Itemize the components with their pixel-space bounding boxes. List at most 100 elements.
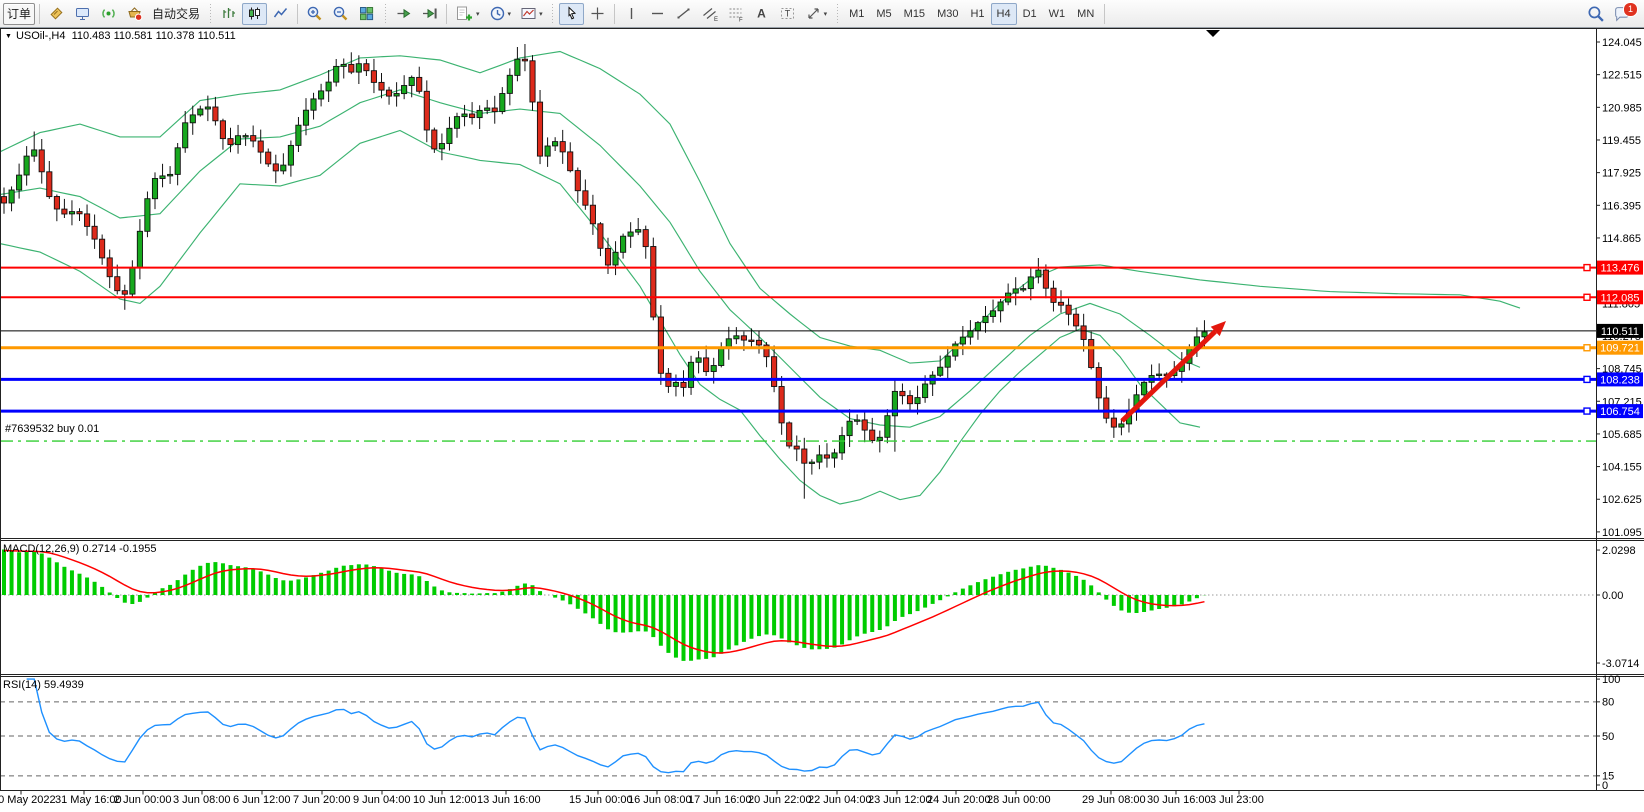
macd-axis-label: 0.00 — [1602, 590, 1623, 602]
time-axis-label: 17 Jun 16:00 — [688, 794, 752, 806]
toolbar-right-group: 1 — [1583, 3, 1641, 25]
price-badge-label: 113.476 — [1601, 263, 1640, 275]
time-axis-label: 31 May 16:00 — [55, 794, 122, 806]
level-handle[interactable] — [1584, 345, 1590, 351]
toolbar-grip — [835, 4, 839, 24]
trading-terminal: { "toolbar": { "order_label": "订单", "aut… — [0, 0, 1644, 812]
shift-marker-icon[interactable] — [1206, 30, 1220, 37]
toolbar-grip — [208, 4, 212, 24]
time-axis-label: 3 Jun 08:00 — [173, 794, 231, 806]
vertical-line-icon[interactable] — [619, 3, 644, 25]
time-axis-label: 9 Jun 04:00 — [353, 794, 411, 806]
time-axis-label: 7 Jun 20:00 — [293, 794, 351, 806]
toolbar-grip — [551, 4, 555, 24]
trend-arrow[interactable] — [1122, 331, 1215, 421]
new-order-button[interactable]: 订单 — [3, 3, 35, 25]
chart-canvas[interactable]: 124.045122.515120.985119.455117.925116.3… — [0, 0, 1644, 812]
signal-icon[interactable] — [96, 3, 121, 25]
chart-dropdown-icon[interactable]: ▼ — [5, 33, 12, 40]
price-badge-label: 110.511 — [1601, 326, 1639, 338]
time-axis-label: 29 Jun 08:00 — [1082, 794, 1146, 806]
search-icon[interactable] — [1583, 3, 1609, 25]
ohlc-values: 110.483 110.581 110.378 110.511 — [72, 30, 236, 42]
macd-indicator — [0, 550, 1596, 661]
time-axis-label: 10 Jun 12:00 — [413, 794, 477, 806]
horizontal-line-icon[interactable] — [645, 3, 670, 25]
time-axis-label: 30 Jun 16:00 — [1147, 794, 1211, 806]
timeframe-button-m5[interactable]: M5 — [870, 3, 897, 25]
cursor-icon[interactable] — [559, 3, 584, 25]
time-axis-label: 23 Jun 12:00 — [868, 794, 932, 806]
timeframe-button-mn[interactable]: MN — [1071, 3, 1100, 25]
market-basket-icon[interactable] — [122, 3, 147, 25]
timeframe-button-m30[interactable]: M30 — [931, 3, 964, 25]
timeframe-button-m1[interactable]: M1 — [843, 3, 870, 25]
price-tick-label: 114.865 — [1602, 233, 1641, 245]
timeframe-button-m15[interactable]: M15 — [898, 3, 931, 25]
price-tick-label: 116.395 — [1602, 200, 1641, 212]
price-badge-label: 108.238 — [1600, 374, 1640, 386]
price-tick-label: 124.045 — [1602, 37, 1642, 49]
svg-text:F: F — [739, 17, 743, 22]
indicators-icon[interactable]: ▾ — [451, 3, 484, 25]
level-handle[interactable] — [1584, 265, 1590, 271]
price-tick-label: 119.455 — [1602, 135, 1641, 147]
chat-icon[interactable]: 1 — [1609, 3, 1635, 25]
rsi-indicator — [0, 679, 1596, 776]
shapes-icon[interactable]: ▾ — [801, 3, 832, 25]
toolbar-separator — [1104, 4, 1105, 24]
text-label-icon[interactable]: T — [775, 3, 800, 25]
time-axis-label: 16 Jun 08:00 — [628, 794, 692, 806]
line-chart-icon[interactable] — [268, 3, 293, 25]
autotrading-button[interactable]: 自动交易 — [148, 3, 204, 25]
chart-title: ▼ USOil-,H4 110.483 110.581 110.378 110.5… — [5, 30, 236, 42]
candlestick-chart-icon[interactable] — [242, 3, 267, 25]
periods-icon[interactable]: ▾ — [485, 3, 516, 25]
symbol-period: USOil-,H4 — [16, 30, 66, 42]
price-badge-label: 112.085 — [1601, 292, 1640, 304]
timeframe-button-d1[interactable]: D1 — [1017, 3, 1043, 25]
toolbar-grip — [383, 4, 387, 24]
time-axis-label: 15 Jun 00:00 — [569, 794, 633, 806]
computer-cloud-icon[interactable] — [70, 3, 95, 25]
tile-windows-icon[interactable] — [354, 3, 379, 25]
level-handle[interactable] — [1584, 294, 1590, 300]
time-axis-label: 2 Jun 00:00 — [114, 794, 172, 806]
timeframe-button-w1[interactable]: W1 — [1043, 3, 1072, 25]
macd-axis-label: -3.0714 — [1602, 658, 1639, 670]
level-handle[interactable] — [1584, 408, 1590, 414]
channel-icon[interactable]: E — [697, 3, 722, 25]
price-badge-label: 109.721 — [1600, 343, 1640, 355]
crosshair-icon[interactable] — [585, 3, 610, 25]
price-tick-label: 105.685 — [1602, 429, 1642, 441]
time-axis-label: 22 Jun 04:00 — [808, 794, 872, 806]
svg-text:A: A — [757, 7, 766, 21]
auto-scroll-icon[interactable] — [391, 3, 416, 25]
rsi-axis-label: 0 — [1602, 780, 1608, 792]
time-axis-label: 30 May 2022 — [0, 794, 56, 806]
level-handle[interactable] — [1584, 376, 1590, 382]
bar-chart-icon[interactable] — [216, 3, 241, 25]
text-icon[interactable]: A — [749, 3, 774, 25]
price-tick-label: 102.625 — [1602, 494, 1642, 506]
svg-text:E: E — [714, 17, 718, 22]
price-tick-label: 120.985 — [1602, 102, 1642, 114]
fibonacci-icon[interactable]: F — [723, 3, 748, 25]
trendline-icon[interactable] — [671, 3, 696, 25]
time-axis-label: 28 Jun 00:00 — [987, 794, 1051, 806]
macd-label: MACD(12,26,9) 0.2714 -0.1955 — [3, 543, 156, 555]
svg-text:T: T — [784, 9, 790, 19]
timeframe-button-h1[interactable]: H1 — [964, 3, 990, 25]
tag-icon[interactable] — [44, 3, 69, 25]
zoom-out-icon[interactable] — [328, 3, 353, 25]
time-axis-label: 6 Jun 12:00 — [233, 794, 291, 806]
templates-icon[interactable]: ▾ — [516, 3, 547, 25]
zoom-in-icon[interactable] — [302, 3, 327, 25]
rsi-axis-label: 80 — [1602, 697, 1614, 709]
position-label: #7639532 buy 0.01 — [5, 423, 99, 435]
timeframe-button-h4[interactable]: H4 — [991, 3, 1017, 25]
chevron-down-icon: ▾ — [539, 10, 543, 18]
chevron-down-icon: ▾ — [508, 10, 512, 18]
chart-shift-icon[interactable] — [417, 3, 442, 25]
toolbar-separator — [297, 4, 298, 24]
